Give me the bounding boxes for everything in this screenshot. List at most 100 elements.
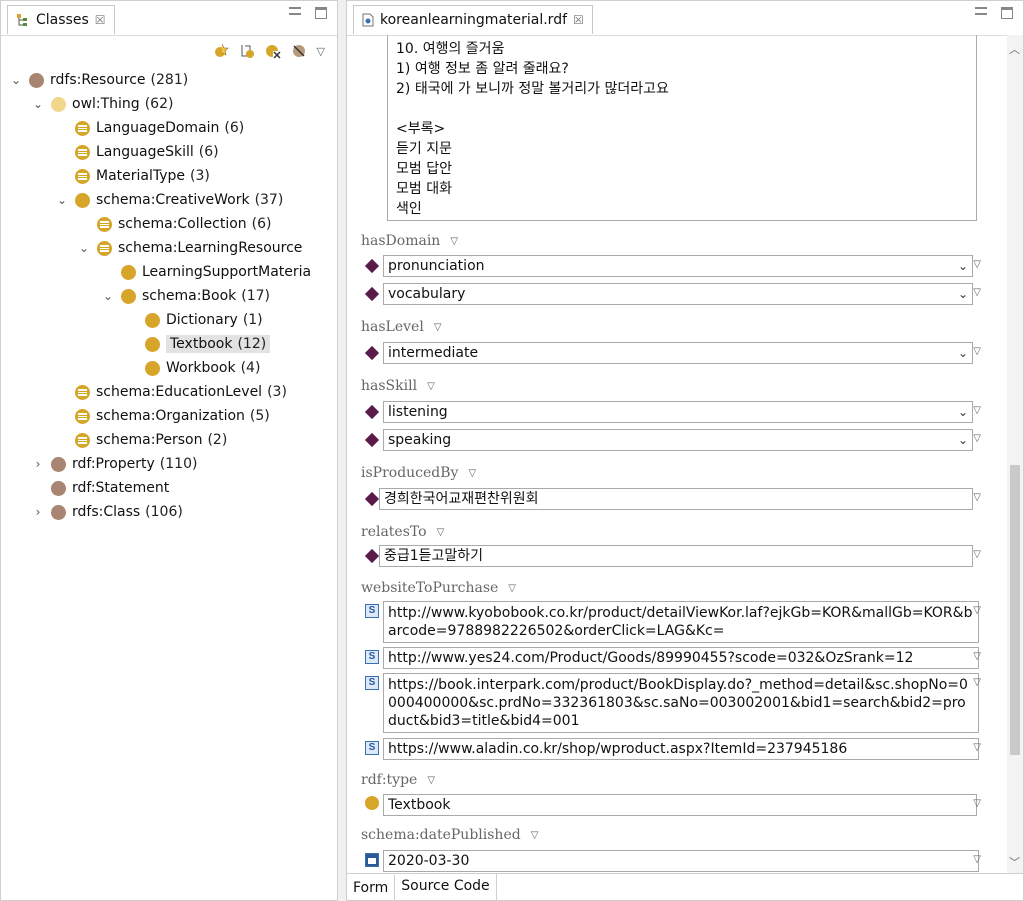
tree-node[interactable]: LearningSupportMateria <box>1 260 337 284</box>
chevron-down-icon[interactable]: ⌄ <box>958 402 968 422</box>
date-published-field[interactable]: 2020-03-30 <box>383 850 979 872</box>
tree-node[interactable]: LanguageDomain (6) <box>1 116 337 140</box>
tree-node[interactable]: rdf:Statement <box>1 476 337 500</box>
property-menu-icon[interactable]: ▽ <box>437 527 445 538</box>
tree-node[interactable]: schema:Organization (5) <box>1 404 337 428</box>
property-menu-icon[interactable]: ▽ <box>531 830 539 841</box>
value-menu-icon[interactable]: ▽ <box>973 742 981 753</box>
class-icon <box>51 480 66 496</box>
domain-combo[interactable]: vocabulary ⌄ <box>383 283 973 305</box>
tree-node[interactable]: schema:Person (2) <box>1 428 337 452</box>
website-field[interactable]: http://www.yes24.com/Product/Goods/89990… <box>383 647 979 669</box>
individual-icon <box>364 491 380 507</box>
value-menu-icon[interactable]: ▽ <box>973 346 981 357</box>
value-menu-icon[interactable]: ▽ <box>973 259 981 270</box>
classes-panel: Classes ☒ ▽ ⌄ rdfs:Resource (281) ⌄ owl:Thin… <box>0 0 338 901</box>
value-menu-icon[interactable]: ▽ <box>973 492 981 503</box>
tree-node[interactable]: MaterialType (3) <box>1 164 337 188</box>
expand-chevron-icon[interactable]: ⌄ <box>55 193 69 207</box>
delete-class-icon[interactable] <box>265 43 281 59</box>
tree-node[interactable]: schema:EducationLevel (3) <box>1 380 337 404</box>
scrollbar-thumb[interactable] <box>1010 465 1020 755</box>
collapse-chevron-icon[interactable]: › <box>31 457 45 471</box>
minimize-icon[interactable] <box>289 7 301 15</box>
website-field[interactable]: http://www.kyobobook.co.kr/product/detai… <box>383 601 979 643</box>
pane-splitter[interactable] <box>338 0 346 901</box>
value-menu-icon[interactable]: ▽ <box>973 651 981 662</box>
tree-node[interactable]: ⌄ schema:LearningResource <box>1 236 337 260</box>
editor-tab[interactable]: koreanlearningmaterial.rdf ☒ <box>353 5 593 34</box>
deprecated-class-icon[interactable] <box>291 43 307 59</box>
tree-node[interactable]: LanguageSkill (6) <box>1 140 337 164</box>
website-field[interactable]: https://www.aladin.co.kr/shop/wproduct.a… <box>383 738 979 760</box>
value-menu-icon[interactable]: ▽ <box>973 287 981 298</box>
value-row: S https://book.interpark.com/product/Boo… <box>365 673 979 733</box>
collapse-chevron-icon[interactable]: › <box>31 505 45 519</box>
value-menu-icon[interactable]: ▽ <box>973 677 981 688</box>
value-menu-icon[interactable]: ▽ <box>973 605 981 616</box>
property-menu-icon[interactable]: ▽ <box>434 322 442 333</box>
property-menu-icon[interactable]: ▽ <box>427 381 435 392</box>
value-menu-icon[interactable]: ▽ <box>973 798 981 809</box>
tree-node[interactable]: Dictionary (1) <box>1 308 337 332</box>
class-name: LanguageDomain <box>96 120 220 136</box>
expand-chevron-icon[interactable]: ⌄ <box>101 289 115 303</box>
tab-source-code[interactable]: Source Code <box>395 874 497 900</box>
tab-form[interactable]: Form <box>347 874 396 900</box>
tree-node[interactable]: ⌄ owl:Thing (62) <box>1 92 337 116</box>
value-menu-icon[interactable]: ▽ <box>973 433 981 444</box>
chevron-down-icon[interactable]: ⌄ <box>958 430 968 450</box>
close-icon[interactable]: ☒ <box>95 13 106 27</box>
level-combo[interactable]: intermediate ⌄ <box>383 342 973 364</box>
rdf-type-field[interactable]: Textbook <box>383 794 977 816</box>
minimize-icon[interactable] <box>975 7 987 15</box>
property-menu-icon[interactable]: ▽ <box>450 236 458 247</box>
tree-node-label: schema:Organization (5) <box>96 408 270 424</box>
tree-node[interactable]: Textbook (12) <box>1 332 337 356</box>
tree-node[interactable]: ⌄ schema:Book (17) <box>1 284 337 308</box>
expand-chevron-icon[interactable]: ⌄ <box>9 73 23 87</box>
website-field[interactable]: https://book.interpark.com/product/BookD… <box>383 673 979 733</box>
add-subclass-icon[interactable] <box>213 43 229 59</box>
instance-count: (5) <box>249 408 270 424</box>
chevron-down-icon[interactable]: ⌄ <box>958 284 968 304</box>
value-menu-icon[interactable]: ▽ <box>973 854 981 865</box>
tree-node[interactable]: schema:Collection (6) <box>1 212 337 236</box>
property-rdf-type: rdf:type ▽ <box>361 772 435 788</box>
tree-node[interactable]: Workbook (4) <box>1 356 337 380</box>
value-menu-icon[interactable]: ▽ <box>973 405 981 416</box>
tree-node[interactable]: ⌄ rdfs:Resource (281) <box>1 68 337 92</box>
resource-editor-panel: koreanlearningmaterial.rdf ☒ 10. 여행의 즐거움… <box>346 0 1024 901</box>
instance-count: (17) <box>241 288 271 304</box>
vertical-scrollbar[interactable]: ︿ ﹀ <box>1007 35 1023 874</box>
relates-to-field[interactable]: 중급1듣고말하기 <box>379 545 973 567</box>
class-name: LearningSupportMateria <box>142 264 312 280</box>
scroll-down-icon[interactable]: ﹀ <box>1009 854 1020 870</box>
view-menu-icon[interactable]: ▽ <box>317 45 325 58</box>
value-menu-icon[interactable]: ▽ <box>973 549 981 560</box>
property-menu-icon[interactable]: ▽ <box>508 583 516 594</box>
individual-icon <box>364 548 380 564</box>
tree-node[interactable]: ⌄ schema:CreativeWork (37) <box>1 188 337 212</box>
chevron-down-icon[interactable]: ⌄ <box>958 343 968 363</box>
add-sibling-class-icon[interactable] <box>239 43 255 59</box>
skill-combo[interactable]: listening ⌄ <box>383 401 973 423</box>
description-textarea[interactable]: 10. 여행의 즐거움 1) 여행 정보 좀 알려 줄래요? 2) 태국에 가 … <box>387 35 977 221</box>
scroll-up-icon[interactable]: ︿ <box>1009 41 1020 57</box>
tree-node[interactable]: › rdfs:Class (106) <box>1 500 337 524</box>
classes-tab[interactable]: Classes ☒ <box>7 5 115 34</box>
tree-node[interactable]: › rdf:Property (110) <box>1 452 337 476</box>
chevron-down-icon[interactable]: ⌄ <box>958 256 968 276</box>
close-icon[interactable]: ☒ <box>573 13 584 27</box>
instance-count: (110) <box>159 456 198 472</box>
expand-chevron-icon[interactable]: ⌄ <box>31 97 45 111</box>
maximize-icon[interactable] <box>1001 7 1013 19</box>
property-menu-icon[interactable]: ▽ <box>468 468 476 479</box>
skill-combo[interactable]: speaking ⌄ <box>383 429 973 451</box>
property-menu-icon[interactable]: ▽ <box>427 775 435 786</box>
instance-count: (3) <box>267 384 287 400</box>
producer-field[interactable]: 경희한국어교재편찬위원회 <box>379 488 973 510</box>
domain-combo[interactable]: pronunciation ⌄ <box>383 255 973 277</box>
maximize-icon[interactable] <box>315 7 327 19</box>
expand-chevron-icon[interactable]: ⌄ <box>77 241 91 255</box>
